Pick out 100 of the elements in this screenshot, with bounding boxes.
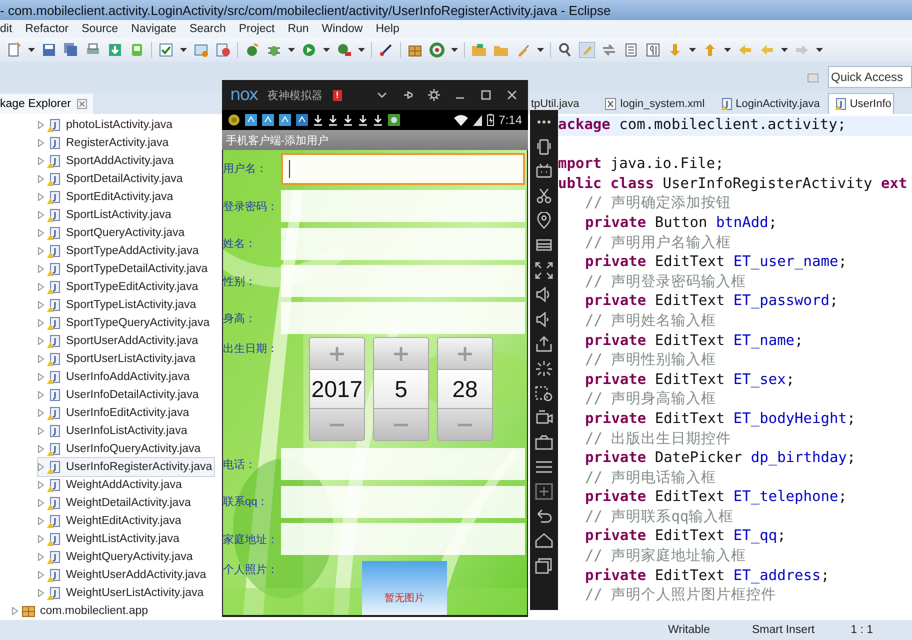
settings-icon[interactable] — [428, 89, 440, 101]
expand-arrow-icon[interactable] — [38, 589, 44, 597]
expand-arrow-icon[interactable] — [38, 139, 44, 147]
increment-button[interactable] — [373, 337, 429, 370]
pin-icon[interactable] — [402, 89, 414, 101]
expand-arrow-icon[interactable] — [38, 121, 44, 129]
menu-item[interactable]: dit — [0, 23, 12, 35]
expand-arrow-icon[interactable] — [38, 481, 44, 489]
caret-icon[interactable] — [28, 48, 35, 52]
editor-tab[interactable]: LoginActivity.java — [712, 94, 828, 114]
tree-item[interactable]: UserInfoRegisterActivity.java — [38, 458, 214, 476]
expand-arrow-icon[interactable] — [38, 355, 44, 363]
menu-item[interactable]: Navigate — [131, 23, 176, 35]
decrement-button[interactable] — [309, 408, 365, 442]
text-field[interactable] — [281, 486, 525, 518]
tree-item[interactable]: SportUserAddActivity.java — [38, 332, 200, 350]
expand-arrow-icon[interactable] — [38, 337, 44, 345]
tree-item[interactable]: UserInfoQueryActivity.java — [38, 440, 203, 458]
tree-item[interactable]: UserInfoAddActivity.java — [38, 368, 192, 386]
tree-item[interactable]: WeightUserListActivity.java — [38, 584, 206, 602]
text-field[interactable] — [281, 228, 525, 260]
text-field[interactable] — [281, 190, 525, 222]
caret-icon[interactable] — [689, 48, 696, 52]
menu-item[interactable]: Source — [82, 23, 118, 35]
expand-arrow-icon[interactable] — [38, 499, 44, 507]
java-icon[interactable] — [215, 42, 231, 58]
menu-item[interactable]: Window — [322, 23, 363, 35]
checkbox-icon[interactable] — [158, 42, 174, 58]
save-icon[interactable] — [41, 42, 57, 58]
close-icon[interactable] — [76, 99, 87, 109]
editor-tab[interactable]: login_system.xml — [597, 94, 713, 114]
back-arrow-icon[interactable] — [737, 42, 753, 58]
class-icon[interactable] — [244, 42, 260, 58]
window-icon[interactable] — [193, 42, 209, 58]
fullscreen-icon[interactable] — [535, 262, 553, 279]
photo-placeholder[interactable]: 暂无图片 — [362, 560, 447, 615]
tree-item[interactable]: WeightAddActivity.java — [38, 476, 184, 494]
text-field[interactable] — [281, 523, 525, 556]
text-field[interactable] — [281, 302, 525, 334]
expand-arrow-icon[interactable] — [38, 301, 44, 309]
menu-item[interactable]: Search — [189, 23, 226, 35]
decrement-button[interactable] — [373, 408, 429, 442]
date-value[interactable]: 28 — [437, 370, 493, 408]
tree-item[interactable]: com.mobileclient.app — [12, 602, 150, 620]
text-field[interactable] — [281, 152, 525, 185]
tree-item[interactable]: WeightUserAddActivity.java — [38, 566, 208, 584]
expand-arrow-icon[interactable] — [38, 517, 44, 525]
device-icon[interactable] — [129, 42, 145, 58]
caret-icon[interactable] — [451, 48, 458, 52]
expand-arrow-icon[interactable] — [38, 427, 44, 435]
expand-arrow-icon[interactable] — [38, 265, 44, 273]
menu-item[interactable]: Project — [238, 23, 275, 35]
tree-item[interactable]: UserInfoListActivity.java — [38, 422, 190, 440]
tree-item[interactable]: photoListActivity.java — [38, 116, 175, 134]
expand-arrow-icon[interactable] — [38, 247, 44, 255]
caret-icon[interactable] — [288, 48, 295, 52]
alert-badge[interactable]: ! — [332, 90, 342, 100]
expand-arrow-icon[interactable] — [38, 571, 44, 579]
location-icon[interactable] — [535, 212, 553, 230]
tree-item[interactable]: SportListActivity.java — [38, 206, 174, 224]
search-icon[interactable] — [557, 42, 573, 58]
view-tab[interactable]: kage Explorer — [0, 94, 93, 114]
expand-arrow-icon[interactable] — [38, 391, 44, 399]
quick-access-field[interactable]: Quick Access — [828, 66, 912, 88]
download-icon[interactable] — [107, 42, 123, 58]
phone-icon[interactable] — [535, 138, 553, 156]
link-icon[interactable] — [378, 42, 394, 58]
upload-icon[interactable] — [535, 335, 553, 352]
menu-item[interactable]: Refactor — [25, 23, 69, 35]
caret-icon[interactable] — [781, 48, 788, 52]
home-icon[interactable] — [535, 532, 553, 550]
swap-icon[interactable] — [601, 42, 617, 58]
caret-icon[interactable] — [724, 48, 731, 52]
scissors-icon[interactable] — [535, 188, 553, 205]
editor-tab[interactable]: tpUtil.java — [530, 94, 598, 114]
increment-button[interactable] — [437, 337, 493, 370]
editor-tab[interactable]: UserInfo — [828, 93, 894, 114]
robot-icon[interactable] — [535, 163, 553, 180]
expand-arrow-icon[interactable] — [38, 211, 44, 219]
expand-arrow-icon[interactable] — [38, 553, 44, 561]
tree-item[interactable]: RegisterActivity.java — [38, 134, 171, 152]
tree-item[interactable]: UserInfoEditActivity.java — [38, 404, 192, 422]
back-icon[interactable] — [535, 508, 553, 524]
tree-item[interactable]: UserInfoDetailActivity.java — [38, 386, 201, 404]
date-value[interactable]: 5 — [373, 370, 429, 408]
expand-arrow-icon[interactable] — [38, 193, 44, 201]
video-icon[interactable] — [535, 409, 553, 426]
add-window-icon[interactable] — [535, 482, 553, 500]
expand-arrow-icon[interactable] — [12, 607, 18, 615]
decrement-button[interactable] — [437, 408, 493, 442]
save-all-icon[interactable] — [63, 42, 79, 58]
new-file-icon[interactable] — [6, 42, 22, 58]
list-icon[interactable] — [623, 42, 639, 58]
pilcrow-icon[interactable] — [645, 42, 661, 58]
expand-arrow-icon[interactable] — [38, 283, 44, 291]
caret-icon[interactable] — [323, 48, 330, 52]
caret-icon[interactable] — [358, 48, 365, 52]
tree-item[interactable]: SportTypeListActivity.java — [38, 296, 198, 314]
tree-item[interactable]: SportTypeAddActivity.java — [38, 242, 201, 260]
burst-icon[interactable] — [535, 360, 553, 377]
